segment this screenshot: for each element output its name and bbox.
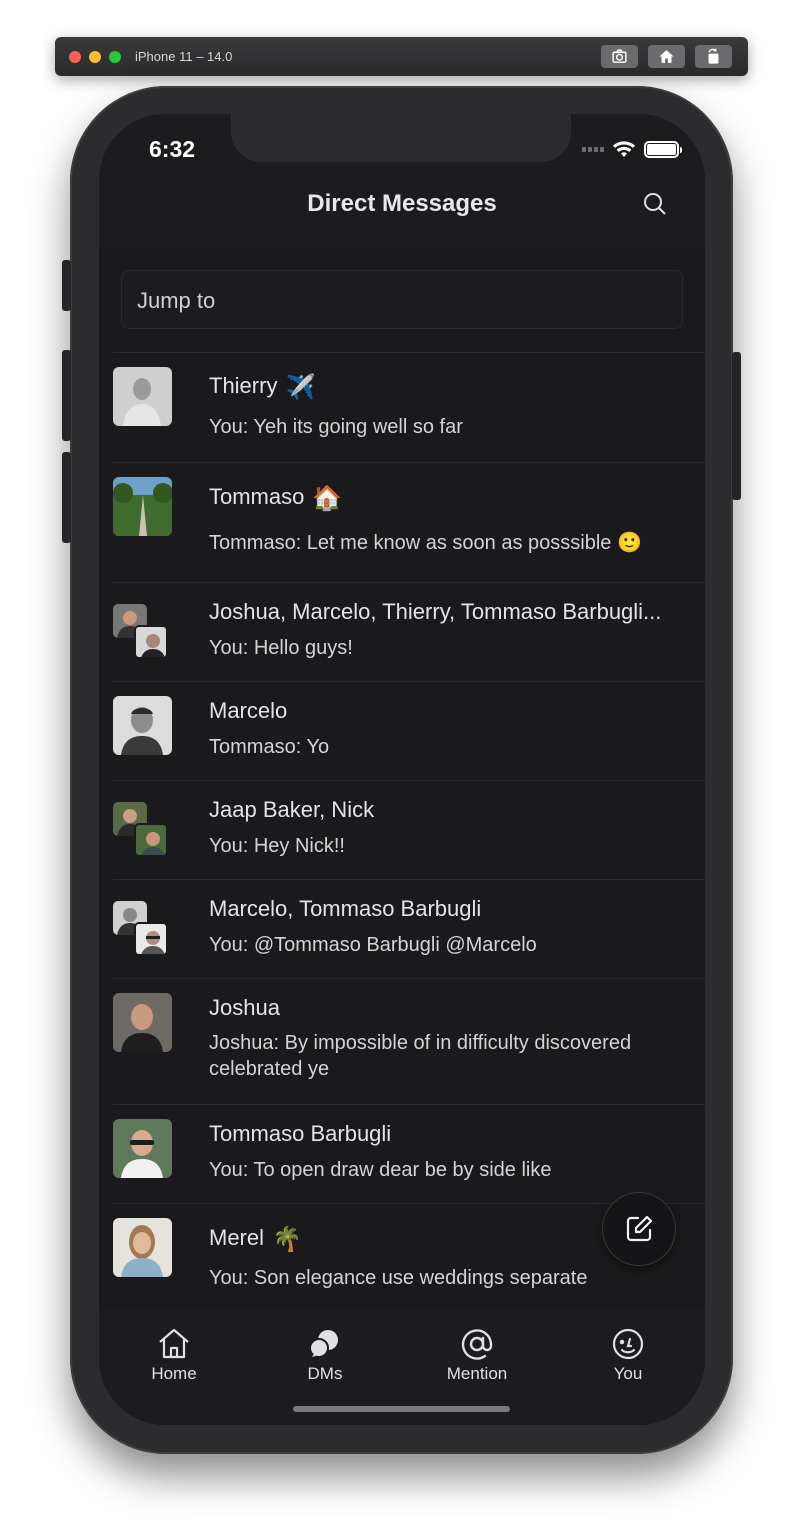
- dm-row-marcelo-tommaso[interactable]: Marcelo, Tommaso Barbugli You: @Tommaso …: [113, 879, 705, 978]
- dm-row-jaap-nick[interactable]: Jaap Baker, Nick You: Hey Nick!!: [113, 780, 705, 879]
- window-controls: [69, 50, 121, 63]
- tab-label: You: [613, 1364, 643, 1383]
- dm-name: Thierry ✈️: [209, 373, 316, 401]
- dm-name: Marcelo: [209, 698, 288, 723]
- tab-label: DMs: [307, 1364, 343, 1383]
- status-icons: [582, 140, 682, 158]
- home-icon: [159, 1328, 189, 1359]
- dm-row-tommaso[interactable]: Tommaso 🏠 Tommaso: Let me know as soon as…: [113, 462, 705, 582]
- search-icon[interactable]: [641, 190, 669, 218]
- dm-name: Merel 🌴: [209, 1225, 302, 1253]
- home-indicator[interactable]: [293, 1406, 510, 1412]
- page-title: Direct Messages: [307, 190, 497, 217]
- dm-row-marcelo[interactable]: Marcelo Tommaso: Yo: [113, 681, 705, 780]
- group-avatar: [113, 901, 169, 957]
- tab-dms[interactable]: DMs: [275, 1326, 375, 1384]
- close-window-button[interactable]: [69, 50, 81, 63]
- dm-row-group[interactable]: Joshua, Marcelo, Thierry, Tommaso Barbug…: [113, 582, 705, 681]
- avatar: [113, 993, 172, 1052]
- dm-list: Thierry ✈️ You: Yeh its going well so far…: [113, 352, 705, 1307]
- compose-icon: [626, 1215, 653, 1242]
- avatar: [113, 1119, 172, 1178]
- volume-down-button: [62, 452, 71, 543]
- dm-row-joshua[interactable]: Joshua Joshua: By impossible of in diffi…: [113, 978, 705, 1104]
- nav-header: Direct Messages: [99, 174, 705, 248]
- dm-message: Tommaso: Let me know as soon as posssibl…: [209, 532, 642, 554]
- zoom-window-button[interactable]: [109, 50, 121, 63]
- cellular-signal-icon: [582, 146, 604, 152]
- dm-name: Jaap Baker, Nick: [209, 797, 375, 822]
- camera-icon: [612, 49, 627, 63]
- rotate-icon: [708, 48, 719, 64]
- dm-message: You: @Tommaso Barbugli @Marcelo: [209, 934, 537, 956]
- tab-you[interactable]: You: [578, 1326, 678, 1384]
- house-icon: [659, 50, 674, 63]
- screenshot-button[interactable]: [601, 45, 638, 68]
- dm-row-tommaso-barbugli[interactable]: Tommaso Barbugli You: To open draw dear …: [113, 1104, 705, 1203]
- tab-label: Home: [151, 1364, 197, 1383]
- avatar: [113, 367, 172, 426]
- house-emoji-icon: 🏠: [312, 485, 343, 512]
- dm-name: Joshua: [209, 995, 280, 1020]
- at-sign-icon: [461, 1329, 493, 1360]
- rotate-button[interactable]: [695, 45, 732, 68]
- group-avatar: [113, 802, 169, 858]
- dm-message: Joshua: By impossible of in difficulty d…: [209, 1032, 632, 1080]
- wifi-icon: [613, 141, 635, 157]
- airplane-icon: ✈️: [285, 374, 316, 401]
- mute-switch: [62, 260, 71, 311]
- compose-button[interactable]: [602, 1192, 676, 1266]
- battery-icon: [644, 140, 682, 158]
- chat-bubbles-icon: [309, 1330, 338, 1358]
- dm-name: Marcelo, Tommaso Barbugli: [209, 896, 482, 921]
- phone-screen: 6:32 Direct Messages Jump to Thierry ✈️ Y…: [99, 114, 705, 1425]
- dm-content: Jump to Thierry ✈️ You: Yeh its going wel…: [99, 248, 705, 1308]
- dm-name: Joshua, Marcelo, Thierry, Tommaso Barbug…: [209, 599, 662, 624]
- tab-home[interactable]: Home: [124, 1326, 224, 1384]
- smiley-icon: [612, 1328, 644, 1360]
- power-button: [732, 352, 741, 500]
- dm-row-thierry[interactable]: Thierry ✈️ You: Yeh its going well so far: [113, 352, 705, 462]
- avatar: [113, 696, 172, 755]
- dm-name: Tommaso 🏠: [209, 484, 343, 512]
- avatar: [113, 477, 172, 536]
- simulator-titlebar: iPhone 11 – 14.0: [55, 37, 748, 76]
- tab-label: Mention: [446, 1364, 508, 1383]
- dm-message: You: To open draw dear be by side like: [209, 1159, 552, 1181]
- tab-bar: Home DMs Mention You: [99, 1308, 705, 1425]
- notch: [231, 114, 571, 162]
- jump-to-input[interactable]: Jump to: [121, 270, 683, 329]
- home-button[interactable]: [648, 45, 685, 68]
- dm-message: You: Hey Nick!!: [209, 835, 345, 857]
- dm-message: Tommaso: Yo: [209, 736, 330, 758]
- avatar: [113, 1218, 172, 1277]
- dm-name: Tommaso Barbugli: [209, 1121, 392, 1146]
- simulator-title: iPhone 11 – 14.0: [135, 49, 233, 64]
- dm-message: You: Hello guys!: [209, 637, 353, 659]
- status-time: 6:32: [149, 136, 196, 162]
- minimize-window-button[interactable]: [89, 50, 101, 63]
- dm-message: You: Son elegance use weddings separate: [209, 1267, 588, 1289]
- group-avatar: [113, 604, 169, 660]
- volume-up-button: [62, 350, 71, 441]
- dm-message: You: Yeh its going well so far: [209, 416, 463, 438]
- tab-mention[interactable]: Mention: [427, 1326, 527, 1384]
- palm-tree-icon: 🌴: [272, 1226, 302, 1253]
